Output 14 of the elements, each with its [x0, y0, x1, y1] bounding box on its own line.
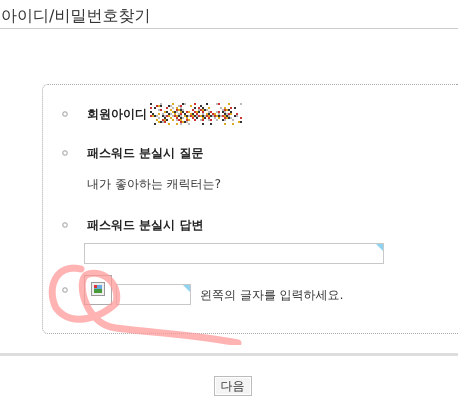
broken-image-icon — [91, 282, 105, 296]
field-label: 패스워드 분실시 답변 — [87, 217, 204, 234]
bullet-icon — [62, 111, 68, 117]
field-label: 패스워드 분실시 질문 — [87, 145, 204, 162]
captcha-input[interactable] — [116, 284, 191, 305]
next-button[interactable]: 다음 — [214, 376, 252, 396]
question-text: 내가 좋아하는 캐릭터는? — [87, 177, 221, 191]
captcha-hint: 왼쪽의 글자를 입력하세요. — [200, 287, 344, 304]
field-label: 회원아이디 — [87, 106, 147, 123]
bullet-icon — [62, 222, 68, 228]
page-title: 아이디/비밀번호찾기 — [1, 6, 150, 25]
answer-field[interactable] — [84, 243, 384, 264]
bullet-icon — [62, 287, 68, 293]
bullet-icon — [62, 150, 68, 156]
